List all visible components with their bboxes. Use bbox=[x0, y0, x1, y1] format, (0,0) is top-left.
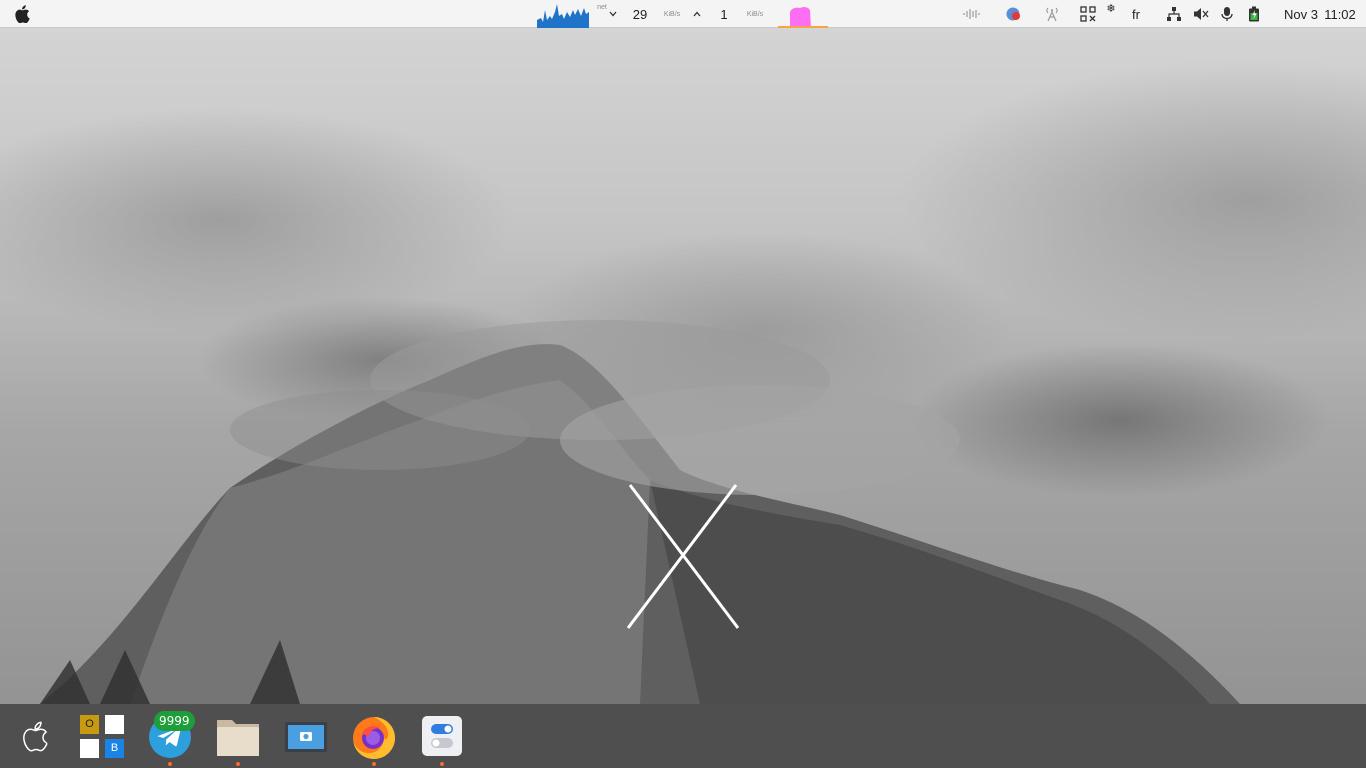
desktop-wallpaper bbox=[0, 0, 1366, 768]
qr-code-button[interactable] bbox=[1077, 0, 1099, 28]
system-monitor-widget[interactable] bbox=[778, 0, 828, 28]
clock-time[interactable]: 11:02 bbox=[1320, 0, 1360, 28]
radio-tower-icon bbox=[1046, 7, 1058, 22]
notification-badge-icon bbox=[1006, 7, 1020, 21]
office-grid-icon: O B bbox=[78, 712, 126, 760]
network-graph-widget[interactable] bbox=[537, 0, 589, 28]
notification-indicator[interactable] bbox=[1003, 0, 1023, 28]
dock bbox=[0, 704, 1366, 768]
running-indicator bbox=[440, 762, 444, 766]
battery-indicator[interactable] bbox=[1243, 0, 1265, 28]
running-indicator bbox=[236, 762, 240, 766]
firefox-icon bbox=[353, 717, 395, 759]
dock-item-settings[interactable] bbox=[418, 712, 466, 760]
running-indicator bbox=[372, 762, 376, 766]
dock-item-applications[interactable] bbox=[10, 712, 58, 760]
telegram-unread-badge: 9999 bbox=[154, 711, 195, 731]
download-chevron bbox=[607, 0, 619, 28]
office-tile-blank bbox=[80, 739, 99, 758]
network-indicator[interactable] bbox=[1163, 0, 1185, 28]
dock-item-screenshot[interactable] bbox=[282, 712, 330, 760]
chevron-up-icon bbox=[693, 11, 701, 17]
folder-icon bbox=[217, 720, 259, 756]
dock-item-office[interactable]: O B bbox=[78, 712, 126, 760]
office-tile-o: O bbox=[80, 715, 99, 734]
volume-control[interactable] bbox=[1190, 0, 1212, 28]
upload-rate: 1 bbox=[720, 6, 728, 22]
battery-icon bbox=[1249, 6, 1259, 22]
upload-chevron bbox=[691, 0, 703, 28]
clock-date[interactable]: Nov 3 bbox=[1281, 0, 1321, 28]
keyboard-layout[interactable]: fr bbox=[1125, 0, 1147, 28]
volume-muted-icon bbox=[1194, 8, 1209, 20]
office-tile-blank bbox=[105, 715, 124, 734]
microphone-control[interactable] bbox=[1216, 0, 1238, 28]
download-rate: 29 bbox=[632, 6, 648, 22]
dock-item-firefox[interactable] bbox=[350, 712, 398, 760]
running-indicator bbox=[168, 762, 172, 766]
dock-item-files[interactable] bbox=[214, 712, 262, 760]
radio-tower-indicator[interactable] bbox=[1042, 0, 1062, 28]
snowflake-indicator[interactable]: ❄ bbox=[1105, 0, 1117, 22]
camera-icon bbox=[285, 722, 327, 752]
apple-logo-icon bbox=[23, 721, 48, 752]
audio-wave-icon bbox=[963, 9, 980, 19]
qr-code-icon bbox=[1080, 6, 1096, 22]
apple-menu-button[interactable] bbox=[10, 0, 34, 28]
toggle-settings-icon bbox=[422, 716, 462, 756]
wallpaper-art bbox=[40, 320, 1240, 704]
snowflake-icon: ❄ bbox=[1106, 2, 1116, 15]
download-unit: KiB/s bbox=[663, 10, 681, 18]
network-graph-icon bbox=[537, 4, 589, 28]
top-menu-bar: net 29 KiB/s 1 KiB/s ❄ fr Nov 3 11:02 bbox=[0, 0, 1366, 28]
microphone-icon bbox=[1221, 7, 1233, 21]
upload-unit: KiB/s bbox=[746, 10, 764, 18]
audio-visualizer[interactable] bbox=[961, 0, 983, 28]
chevron-down-icon bbox=[609, 11, 617, 17]
network-wired-icon bbox=[1167, 7, 1181, 21]
system-monitor-icon bbox=[778, 6, 828, 28]
apple-logo-icon bbox=[15, 5, 30, 23]
office-tile-b: B bbox=[105, 739, 124, 758]
